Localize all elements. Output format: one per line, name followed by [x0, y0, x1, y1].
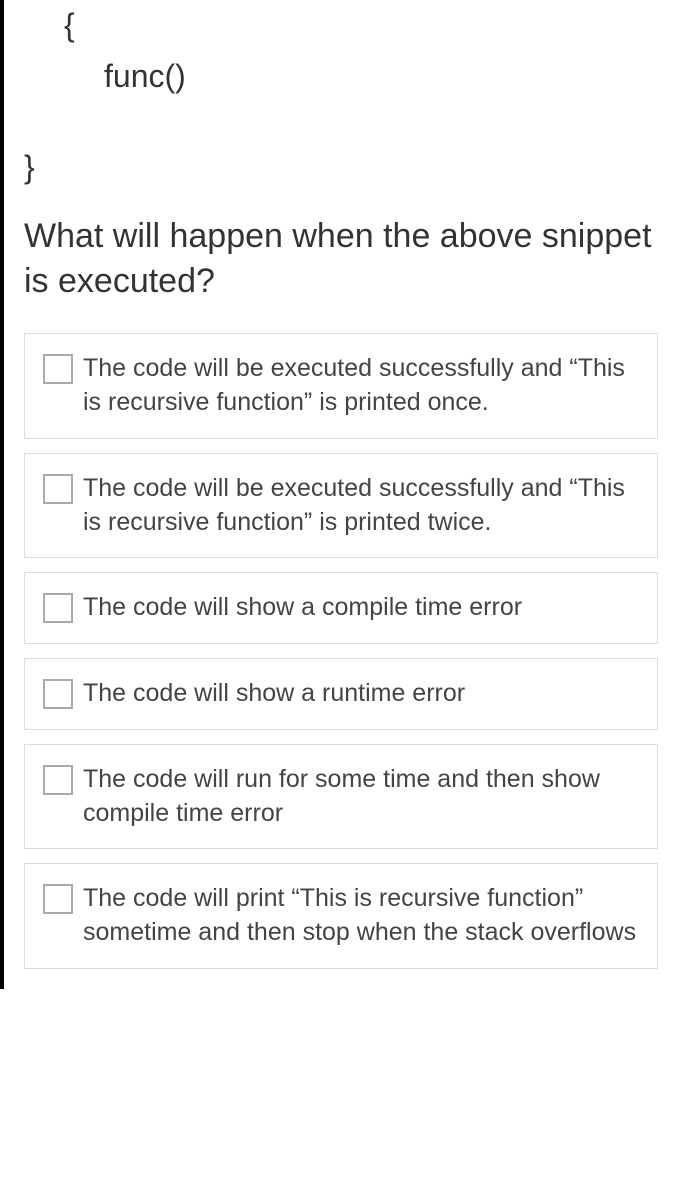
option-text: The code will run for some time and then… — [83, 763, 639, 831]
code-snippet: { func() } — [24, 0, 658, 214]
code-line: } — [24, 142, 658, 193]
options-list: The code will be executed successfully a… — [24, 333, 658, 969]
checkbox[interactable] — [43, 593, 73, 623]
option-text: The code will show a runtime error — [83, 677, 465, 711]
checkbox[interactable] — [43, 679, 73, 709]
option-item[interactable]: The code will be executed successfully a… — [24, 453, 658, 559]
code-line: { — [24, 0, 658, 51]
checkbox[interactable] — [43, 884, 73, 914]
checkbox[interactable] — [43, 474, 73, 504]
option-text: The code will show a compile time error — [83, 591, 522, 625]
option-item[interactable]: The code will be executed successfully a… — [24, 333, 658, 439]
option-item[interactable]: The code will show a compile time error — [24, 572, 658, 644]
option-item[interactable]: The code will show a runtime error — [24, 658, 658, 730]
option-text: The code will print “This is recursive f… — [83, 882, 639, 950]
option-item[interactable]: The code will run for some time and then… — [24, 744, 658, 850]
option-item[interactable]: The code will print “This is recursive f… — [24, 863, 658, 969]
option-text: The code will be executed successfully a… — [83, 352, 639, 420]
checkbox[interactable] — [43, 354, 73, 384]
question-text: What will happen when the above snippet … — [24, 214, 658, 306]
code-line: func() — [24, 51, 658, 102]
checkbox[interactable] — [43, 765, 73, 795]
quiz-container: { func() } What will happen when the abo… — [4, 0, 678, 989]
option-text: The code will be executed successfully a… — [83, 472, 639, 540]
